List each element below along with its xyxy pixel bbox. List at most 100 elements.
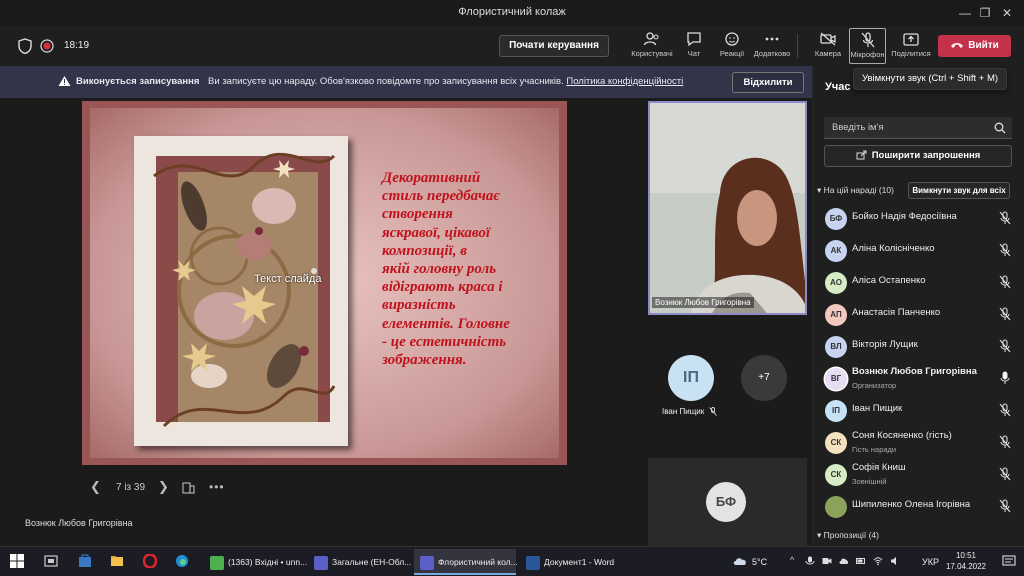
taskbar-app[interactable]: Загальне (ЕН-Обл...	[308, 549, 411, 575]
participant-name: Анастасія Панченко	[852, 307, 941, 318]
participant-row[interactable]: Шипиленко Олена Ігорівна	[812, 492, 1024, 524]
participant-search-input[interactable]	[824, 117, 1012, 139]
mic-button[interactable]: Мікрофон	[849, 28, 886, 64]
panel-title: Учас	[825, 81, 851, 93]
camera-button[interactable]: Камера	[806, 26, 850, 66]
participant-role: Гість наради	[852, 445, 897, 454]
taskview-icon[interactable]	[44, 554, 58, 568]
minimize-icon[interactable]: —	[955, 3, 975, 23]
edge-icon[interactable]	[175, 554, 189, 568]
mic-on-icon[interactable]	[998, 371, 1012, 385]
participant-row[interactable]: АО Аліса Остапенко	[812, 268, 1024, 300]
previous-slide-button[interactable]: ❮	[90, 479, 101, 495]
gallery-name-ivan-label: Іван Пищик	[662, 407, 705, 416]
taskbar-app-label: Флористичний кол...	[438, 557, 518, 567]
people-label: Користувачі	[631, 49, 673, 58]
taskbar-app[interactable]: (1363) Вхідні • unn...	[204, 549, 307, 575]
collage-image	[134, 136, 348, 446]
more-participants-button[interactable]: +7	[741, 355, 787, 401]
participant-avatar: АК	[825, 240, 847, 262]
file-explorer-icon[interactable]	[110, 554, 124, 568]
mic-off-icon[interactable]	[998, 243, 1012, 257]
participant-row[interactable]: АП Анастасія Панченко	[812, 300, 1024, 332]
participant-avatar: АО	[825, 272, 847, 294]
mic-off-icon[interactable]	[998, 499, 1012, 513]
weather-cloud-icon[interactable]	[732, 556, 748, 566]
participant-avatar: СК	[825, 432, 847, 454]
participant-video-feed	[650, 103, 805, 313]
dismiss-banner-button[interactable]: Відхилити	[732, 72, 804, 93]
clock-time: 10:51	[955, 551, 977, 560]
taskbar-clock[interactable]: 10:51 17.04.2022	[940, 550, 992, 572]
battery-icon[interactable]	[856, 556, 866, 566]
weather-temp[interactable]: 5°C	[752, 557, 767, 567]
recording-banner: Виконується записування Ви записуєте цю …	[0, 66, 812, 98]
more-button[interactable]: Додатково	[750, 26, 794, 66]
taskbar-app[interactable]: Флористичний кол...	[414, 549, 518, 575]
avatar-bf: БФ	[706, 482, 746, 522]
store-icon[interactable]	[78, 554, 92, 568]
search-icon[interactable]	[994, 122, 1006, 134]
participant-name: Аліса Остапенко	[852, 275, 926, 286]
share-tray-button[interactable]: Поділитися	[889, 26, 933, 66]
participant-avatar: СК	[825, 464, 847, 486]
grid-view-icon[interactable]	[182, 482, 195, 494]
participant-avatar: АП	[825, 304, 847, 326]
meeting-timer: 18:19	[64, 40, 90, 51]
taskbar-app[interactable]: Документ1 - Word	[520, 549, 620, 575]
tray-expand-icon[interactable]: ^	[790, 555, 794, 565]
input-language[interactable]: УКР	[922, 557, 939, 567]
onedrive-icon[interactable]	[839, 556, 849, 566]
participant-video-tile[interactable]	[648, 101, 807, 315]
participant-avatar: БФ	[825, 208, 847, 230]
participant-row[interactable]: СК Соня Косяненко (гість) Гість наради	[812, 428, 1024, 460]
participant-name: Шипиленко Олена Ігорівна	[852, 499, 971, 510]
avatar-ivan[interactable]: ІП	[668, 355, 714, 401]
hand-icon	[725, 32, 739, 46]
people-button[interactable]: Користувачі	[630, 26, 674, 66]
more-label: Додатково	[753, 49, 791, 58]
share-icon	[903, 33, 919, 46]
reactions-button[interactable]: Реакції	[710, 26, 754, 66]
shield-icon[interactable]	[18, 38, 32, 54]
wifi-icon[interactable]	[873, 556, 883, 566]
slide-more-options-icon[interactable]: •••	[209, 480, 225, 494]
opera-icon[interactable]	[143, 554, 157, 568]
participant-avatar: ВЛ	[825, 336, 847, 358]
share-label: Поділитися	[891, 49, 931, 58]
mute-all-button[interactable]: Вимкнути звук для всіх	[908, 182, 1010, 199]
windows-start-icon[interactable]	[10, 554, 24, 568]
privacy-policy-link[interactable]: Політика конфіденційності	[566, 76, 683, 87]
slide-text: Декоративний стиль передбачає створення …	[382, 170, 510, 369]
participant-row[interactable]: АК Аліна Колісніченко	[812, 236, 1024, 268]
notifications-icon[interactable]	[1002, 555, 1016, 568]
mic-off-icon[interactable]	[998, 275, 1012, 289]
next-slide-button[interactable]: ❯	[158, 479, 169, 495]
chat-icon	[687, 32, 701, 47]
recording-icon	[40, 39, 54, 53]
camera-tray-icon[interactable]	[822, 556, 832, 566]
close-icon[interactable]: ✕	[997, 3, 1017, 23]
mic-off-icon[interactable]	[998, 403, 1012, 417]
mic-tray-icon[interactable]	[805, 556, 815, 567]
mic-off-icon[interactable]	[998, 307, 1012, 321]
mic-off-icon[interactable]	[998, 339, 1012, 353]
participant-name: Іван Пищик	[852, 403, 903, 414]
proposals-section[interactable]: ▾ Пропозиції (4)	[817, 530, 879, 541]
mic-off-icon[interactable]	[998, 211, 1012, 225]
participant-name: Соня Косяненко (гість)	[852, 430, 952, 441]
leave-button[interactable]: Вийти	[938, 35, 1011, 57]
maximize-icon[interactable]: ❐	[975, 3, 995, 23]
in-meeting-section[interactable]: ▾ На цій нараді (10)	[817, 185, 894, 196]
volume-icon[interactable]	[890, 556, 900, 566]
take-control-button[interactable]: Почати керування	[499, 35, 609, 57]
participant-row[interactable]: ІП Іван Пищик	[812, 396, 1024, 428]
participant-row[interactable]: ВГ Вознюк Любов Григорівна Организатор	[812, 364, 1024, 396]
share-invite-button[interactable]: Поширити запрошення	[824, 145, 1012, 167]
participant-row[interactable]: ВЛ Вікторія Лущик	[812, 332, 1024, 364]
mic-off-icon[interactable]	[998, 435, 1012, 449]
participant-row[interactable]: БФ Бойко Надія Федосіївна	[812, 204, 1024, 236]
mic-off-icon[interactable]	[998, 467, 1012, 481]
participant-name: Вікторія Лущик	[852, 339, 918, 350]
participant-row[interactable]: СК Софія Книш Зовнішній	[812, 460, 1024, 492]
